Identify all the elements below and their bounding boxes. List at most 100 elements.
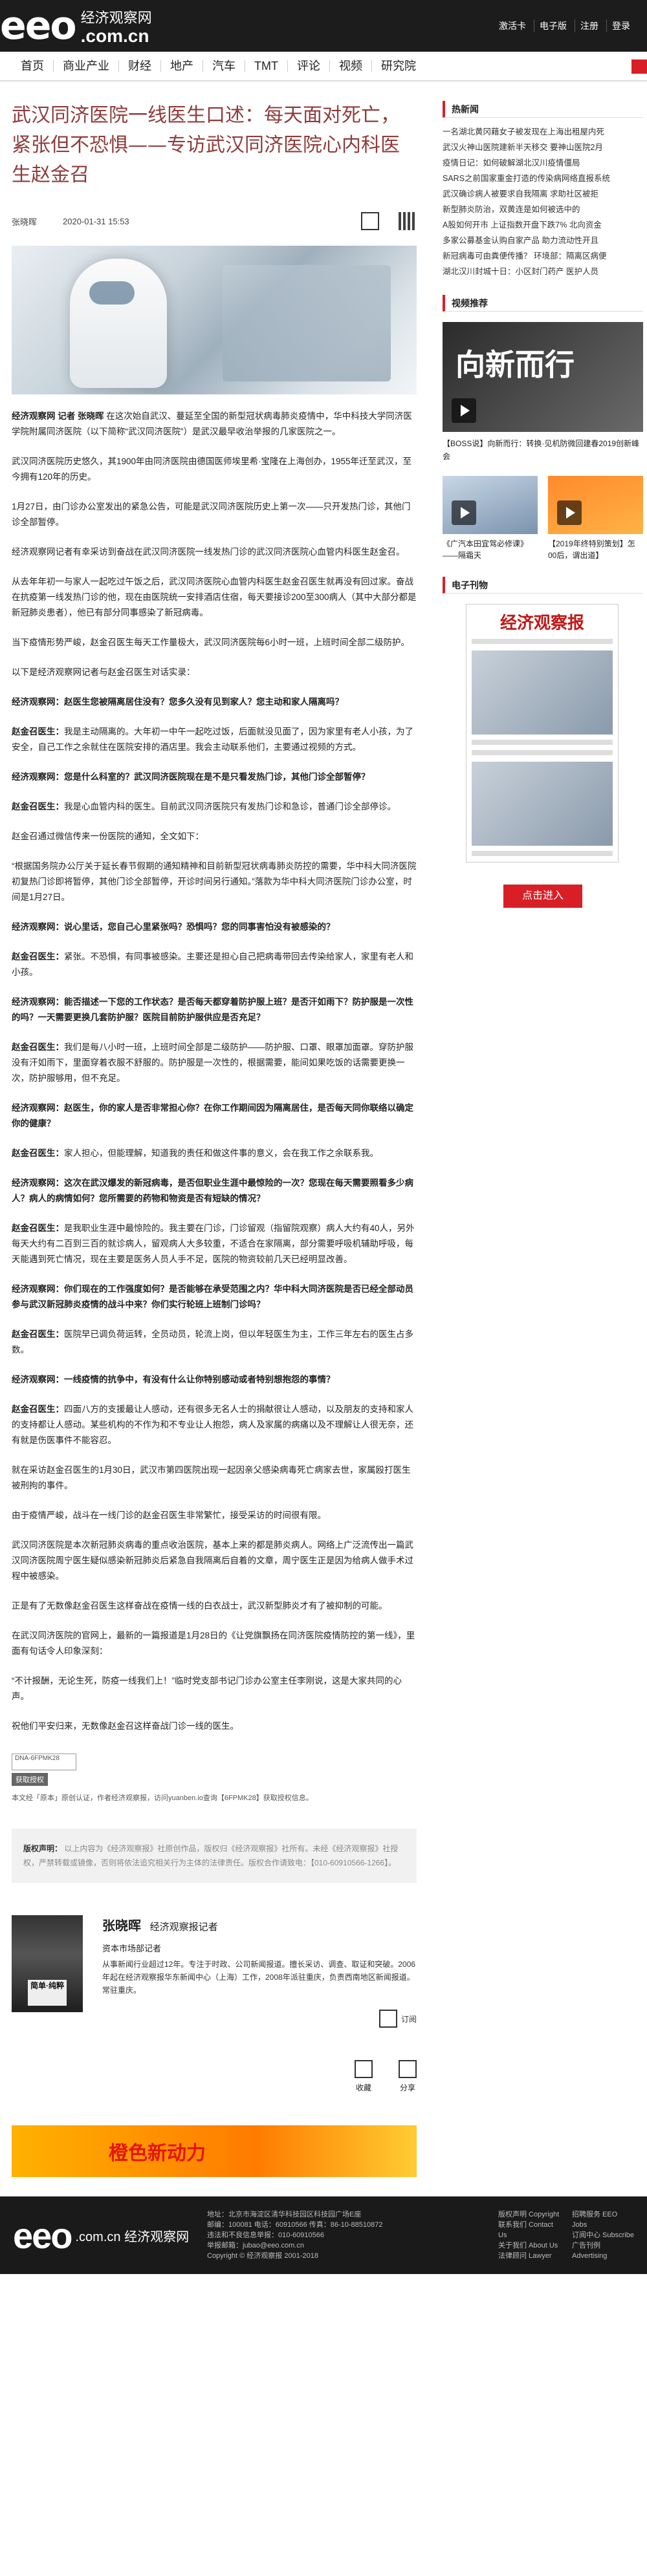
video-main-caption[interactable]: 【BOSS说】向新而行：转换·见机防微回建春2019创新峰会 (443, 437, 643, 463)
paragraph-lead: 赵金召医生： (12, 952, 64, 961)
article-paragraph: 武汉同济医院历史悠久，其1900年由同济医院由德国医师埃里希·宝隆在上海创办，1… (12, 454, 417, 485)
footer-link[interactable]: 联系我们 Contact Us (498, 2220, 560, 2240)
banner-text: 橙色新动力 (109, 2143, 206, 2164)
paragraph-lead: 经济观察网：赵医生您被隔离居住没有？您多久没有见到家人？您主动和家人隔离吗？ (12, 697, 344, 707)
logo-domain: .com.cn (80, 26, 149, 46)
paragraph-lead: 赵金召医生： (12, 1329, 64, 1339)
hot-news: 热新闻 一名湖北黄冈藉女子被发现在上海出租屋内死 武汉火神山医院建新半天移交 要神… (443, 101, 643, 279)
hot-news-item[interactable]: 一名湖北黄冈藉女子被发现在上海出租屋内死 (443, 124, 643, 140)
qrcode-icon[interactable] (399, 212, 417, 230)
footer-link[interactable]: 法律顾问 Lawyer (498, 2251, 560, 2261)
login-link[interactable]: 登录 (606, 19, 635, 32)
article-paragraph: “根据国务院办公厅关于延长春节假期的通知精神和目前新型冠状病毒肺炎防控的需要，华… (12, 859, 417, 905)
site-logo[interactable]: eeo 经济观察网 .com.cn (0, 6, 152, 45)
menu-finance[interactable]: 财经 (119, 60, 161, 72)
share-icon[interactable] (361, 212, 379, 230)
play-icon (557, 500, 582, 525)
favorite-label: 收藏 (355, 2083, 371, 2092)
hot-news-item[interactable]: 武汉确诊病人被要求自我隔离 求助社区被拒 (443, 186, 643, 202)
menu-business[interactable]: 商业产业 (54, 60, 119, 72)
footer-link[interactable]: 广告刊例 Advertising (572, 2240, 634, 2261)
hot-news-item[interactable]: SARS之前国家重金打造的传染病网络直报系统 (443, 171, 643, 186)
video-item[interactable]: 《广汽本田宜驾必修课》——隔霜天 (443, 476, 538, 561)
reporter-name[interactable]: 张晓晖 (102, 1919, 141, 1933)
article-paragraph: 经济观察网 记者 张晓晖 在这次始自武汉、蔓延至全国的新型冠状病毒肺炎疫情中，华… (12, 409, 417, 440)
article-paragraph: 当下疫情形势严峻，赵金召医生每天工作量极大，武汉同济医院每6小时一班，上班时间全… (12, 635, 417, 650)
avatar-shirt-text: 简单·纯粹 (28, 1980, 67, 2006)
article-paragraph: “不计报酬，无论生死，防疫一线我们上！”临时党支部书记门诊办公室主任李刚说，这是… (12, 1673, 417, 1704)
paragraph-text: 我们是每八小时一班，上班时间全部是二级防护——防护服、口罩、眼罩加面罩。穿防护服… (12, 1042, 413, 1083)
menu-home[interactable]: 首页 (12, 60, 54, 72)
video-main-thumb[interactable]: 向新而行 (443, 322, 643, 432)
follow-button[interactable]: 订阅 (102, 2010, 417, 2028)
menu-video[interactable]: 视频 (330, 60, 372, 72)
hot-news-item[interactable]: 武汉火神山医院建新半天移交 要神山医院2月 (443, 140, 643, 155)
paragraph-text: 以下是经济观察网记者与赵金召医生对话实录： (12, 667, 195, 677)
favorite-button[interactable]: 收藏 (355, 2060, 373, 2093)
hot-news-item[interactable]: 新冠病毒可由粪便传播？ 环境部：隔离区病便 (443, 248, 643, 264)
e-edition-link[interactable]: 电子版 (534, 19, 572, 32)
article-body: 经济观察网 记者 张晓晖 在这次始自武汉、蔓延至全国的新型冠状病毒肺炎疫情中，华… (12, 409, 417, 1734)
paragraph-text: 赵金召通过微信传来一份医院的通知，全文如下： (12, 832, 204, 841)
enter-button[interactable]: 点击进入 (503, 885, 582, 908)
share-button[interactable]: 分享 (399, 2060, 417, 2093)
article-paragraph: 经济观察网：能否描述一下您的工作状态？是否每天都穿着防护服上班？是否汗如雨下？防… (12, 994, 417, 1025)
video-item[interactable]: 【2019年终特别策划】怎00后，谓出道】 (548, 476, 643, 561)
article-paragraph: 经济观察网：一线疫情的抗争中，有没有什么让你特别感动或者特别想抱怨的事情？ (12, 1372, 417, 1388)
article-author[interactable]: 张晓晖 (12, 215, 37, 228)
paragraph-lead: 赵金召医生： (12, 1223, 64, 1233)
article: 武汉同济医院一线医生口述：每天面对死亡，紧张但不恐惧——专访武汉同济医院心内科医… (12, 101, 417, 2177)
reporter-avatar: 简单·纯粹 (12, 1915, 83, 2012)
article-paragraph: 赵金召医生：我是主动隔离的。大年初一中午一起吃过饭，后面就没见面了，因为家里有老… (12, 724, 417, 755)
video-main-text: 向新而行 (455, 348, 575, 381)
paragraph-text: “根据国务院办公厅关于延长春节假期的通知精神和目前新型冠状病毒肺炎防控的需要，华… (12, 861, 417, 902)
menu-research[interactable]: 研究院 (372, 60, 425, 72)
footer-logo[interactable]: eeo .com.cn 经济观察网 (13, 2215, 207, 2257)
footer-link[interactable]: 招聘服务 EEO Jobs (572, 2209, 634, 2230)
hot-news-item[interactable]: A股如何开市 上证指数开盘下跌7% 北向资金 (443, 217, 643, 233)
paragraph-lead: 经济观察网：一线疫情的抗争中，有没有什么让你特别感动或者特别想抱怨的事情？ (12, 1375, 335, 1384)
article-paragraph: 1月27日，由门诊办公室发出的紧急公告，可能是武汉同济医院历史上第一次——只开发… (12, 499, 417, 530)
hot-news-item[interactable]: 疫情日记：如何破解湖北汉川疫情僵局 (443, 155, 643, 171)
footer-link[interactable]: 关于我们 About Us (498, 2240, 560, 2251)
paragraph-text: 当下疫情形势严峻，赵金召医生每天工作量极大，武汉同济医院每6小时一班，上班时间全… (12, 638, 410, 647)
share-label: 分享 (399, 2083, 415, 2092)
sidebar: 热新闻 一名湖北黄冈藉女子被发现在上海出租屋内死 武汉火神山医院建新半天移交 要神… (443, 101, 643, 2177)
follow-label: 订阅 (400, 2014, 417, 2024)
hot-news-item[interactable]: 湖北汉川封城十日：小区封门药产 医护人员 (443, 264, 643, 279)
register-link[interactable]: 注册 (575, 19, 604, 32)
play-icon (452, 500, 476, 525)
paragraph-text: 武汉同济医院是本次新冠肺炎病毒的重点收治医院，基本上来的都是肺炎病人。网络上广泛… (12, 1540, 413, 1581)
search-icon[interactable] (631, 59, 647, 74)
article-paragraph: 就在采访赵金召医生的1月30日，武汉市第四医院出现一起因亲父感染病毒死亡病家去世… (12, 1463, 417, 1494)
video-title: 视频推荐 (443, 295, 643, 312)
play-icon[interactable] (452, 398, 476, 423)
e-paper-cover[interactable]: 经济观察报 (466, 604, 619, 863)
paragraph-text: 祝他们平安归来，无数像赵金召这样奋战门诊一线的医生。 (12, 1721, 239, 1731)
paragraph-text: 家人担心，但能理解，知道我的责任和做这件事的意义，会在我工作之余联系我。 (64, 1148, 378, 1158)
get-license-button[interactable]: 获取授权 (12, 1773, 48, 1786)
hot-news-item[interactable]: 新型肺炎防治，双黄连是如何被选中的 (443, 202, 643, 217)
article-paragraph: 赵金召医生：家人担心，但能理解，知道我的责任和做这件事的意义，会在我工作之余联系… (12, 1146, 417, 1161)
menu-auto[interactable]: 汽车 (203, 60, 245, 72)
article-paragraph: 经济观察网：您是什么科室的？武汉同济医院现在是不是只看发热门诊，其他门诊全部暂停… (12, 769, 417, 785)
menu-opinion[interactable]: 评论 (288, 60, 330, 72)
menu-realestate[interactable]: 地产 (161, 60, 203, 72)
e-paper: 电子刊物 经济观察报 点击进入 (443, 577, 643, 908)
ad-banner[interactable]: 橙色新动力 (12, 2125, 417, 2177)
article-time: 2020-01-31 15:53 (63, 216, 129, 226)
paragraph-lead: 经济观察网：能否描述一下您的工作状态？是否每天都穿着防护服上班？是否汗如雨下？防… (12, 997, 413, 1022)
main-menu: 首页 商业产业 财经 地产 汽车 TMT 评论 视频 研究院 (0, 52, 647, 81)
license-note: 本文经「原本」原创认证，作者经济观察报，访问yuanben.io查询【6FPMK… (12, 1794, 313, 1802)
paper-masthead: 经济观察报 (499, 614, 584, 633)
menu-tmt[interactable]: TMT (245, 60, 288, 72)
paragraph-text: 正是有了无数像赵金召医生这样奋战在疫情一线的白衣战士，武汉新型肺炎才有了被抑制的… (12, 1601, 388, 1611)
footer-link[interactable]: 订阅中心 Subscribe (572, 2230, 634, 2240)
paragraph-text: “不计报酬，无论生死，防疫一线我们上！”临时党支部书记门诊办公室主任李刚说，这是… (12, 1676, 402, 1701)
paragraph-lead: 经济观察网：这次在武汉爆发的新冠病毒，是否但职业生涯中最惊险的一次？您现在每天需… (12, 1178, 413, 1203)
hot-news-item[interactable]: 多家公募基金认购自家产品 助力流动性开且 (443, 233, 643, 248)
activate-card-link[interactable]: 激活卡 (494, 19, 531, 32)
article-paragraph: 赵金召医生：是我职业生涯中最惊险的。我主要在门诊，门诊留观（指留院观察）病人大约… (12, 1221, 417, 1267)
footer-link[interactable]: 版权声明 Copyright (498, 2209, 560, 2220)
paragraph-lead: 经济观察网：说心里话，您自己心里紧张吗？恐惧吗？您的同事害怕没有被感染的？ (12, 922, 335, 932)
